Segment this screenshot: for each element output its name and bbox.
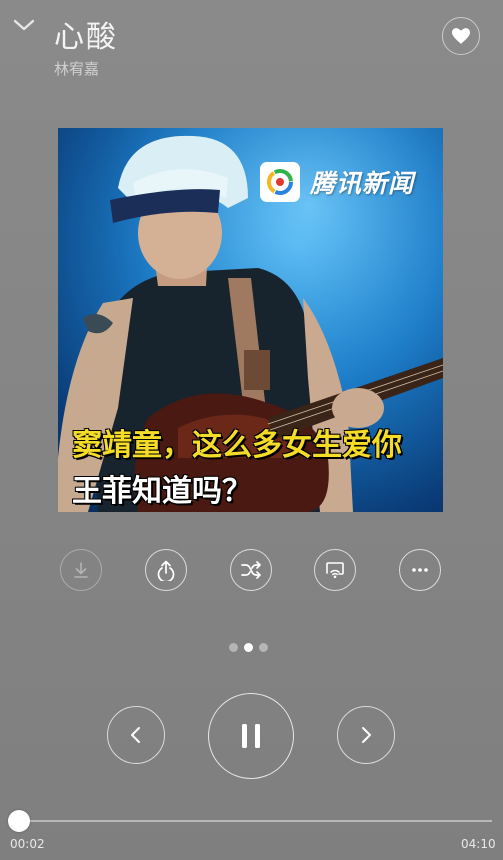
cover-headline-line1: 窦靖童，这么多女生爱你 — [72, 428, 402, 463]
chevron-left-icon — [131, 727, 140, 743]
download-button[interactable] — [60, 549, 102, 591]
artist-name[interactable]: 林宥嘉 — [54, 58, 99, 79]
shuffle-icon — [241, 561, 261, 579]
next-button[interactable] — [337, 706, 395, 764]
share-icon — [157, 560, 175, 581]
download-icon — [74, 562, 88, 578]
page-dot[interactable] — [259, 643, 268, 652]
cover-headline-line2: 王菲知道吗？ — [72, 474, 252, 509]
chevron-down-icon — [13, 19, 35, 31]
page-indicator — [229, 643, 268, 652]
cast-button[interactable] — [314, 549, 356, 591]
more-icon — [412, 568, 428, 572]
favorite-button[interactable] — [442, 17, 480, 55]
tencent-news-logo-icon — [260, 162, 300, 202]
previous-button[interactable] — [107, 706, 165, 764]
chevron-right-icon — [362, 727, 371, 743]
heart-icon — [452, 28, 470, 44]
pause-icon — [242, 724, 260, 748]
news-brand: 腾讯新闻 — [260, 162, 414, 202]
page-dot[interactable] — [229, 643, 238, 652]
play-pause-button[interactable] — [208, 693, 294, 779]
collapse-button[interactable] — [12, 14, 36, 38]
total-time: 04:10 — [461, 837, 496, 851]
cast-icon — [326, 562, 344, 579]
progress-track[interactable] — [20, 820, 492, 822]
brand-name: 腾讯新闻 — [310, 169, 415, 198]
current-time: 00:02 — [10, 837, 45, 851]
page-dot-active[interactable] — [244, 643, 253, 652]
progress-thumb[interactable] — [8, 810, 30, 832]
song-title: 心酸 — [54, 20, 118, 55]
share-button[interactable] — [145, 549, 187, 591]
more-button[interactable] — [399, 549, 441, 591]
shuffle-button[interactable] — [230, 549, 272, 591]
